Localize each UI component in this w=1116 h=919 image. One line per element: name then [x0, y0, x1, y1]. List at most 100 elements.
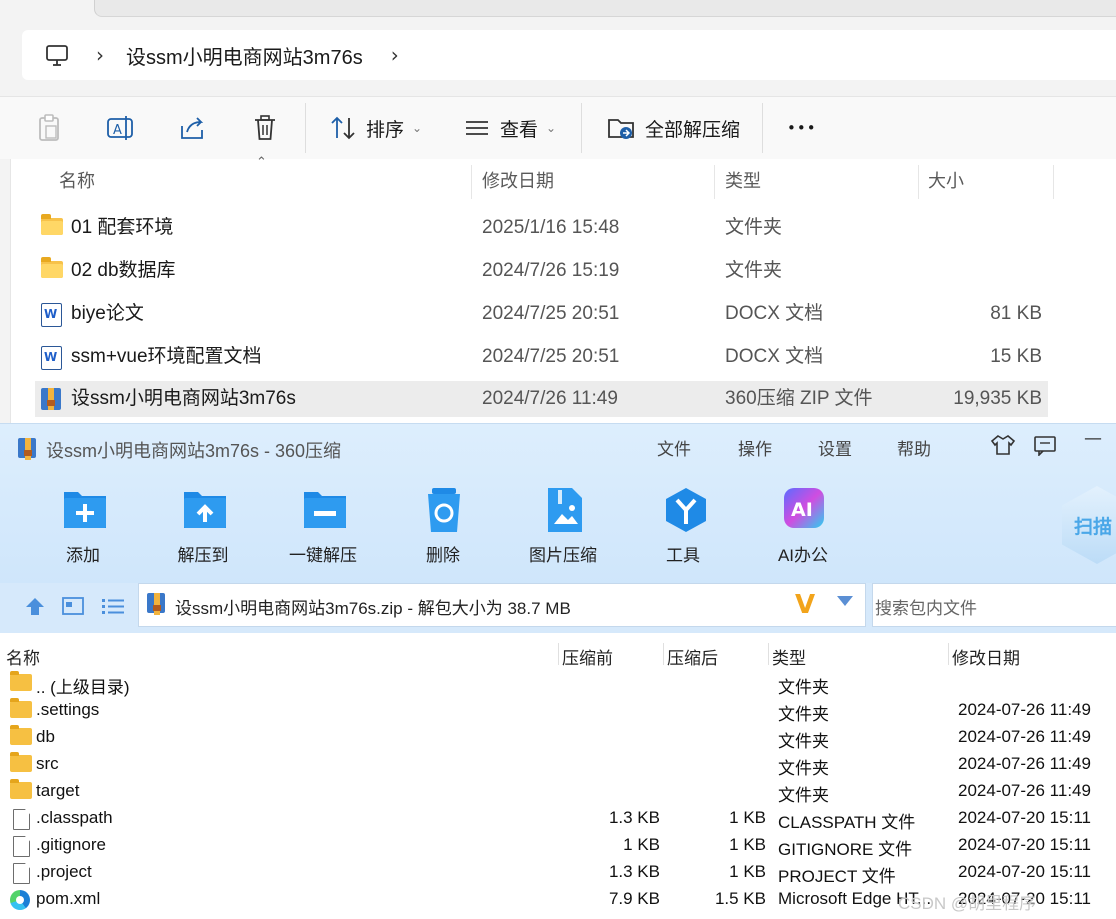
column-header-name[interactable]: 名称 — [59, 159, 95, 201]
file-row[interactable]: W biye论文 2024/7/25 20:51 DOCX 文档 81 KB — [35, 296, 1048, 332]
menu-operation[interactable]: 操作 — [738, 435, 772, 460]
toolbar-divider — [581, 103, 582, 153]
archive-entry-row[interactable]: .gitignore 1 KB 1 KB GITIGNORE 文件 2024-0… — [0, 832, 1116, 859]
file-modified: 2024/7/25 20:51 — [482, 346, 620, 367]
sort-button[interactable]: 排序 ⌄ — [330, 111, 422, 145]
search-placeholder: 搜索包内文件 — [875, 599, 977, 618]
share-button[interactable] — [178, 111, 206, 145]
column-header-modified[interactable]: 修改日期 — [482, 159, 554, 201]
file-name: 01 配套环境 — [71, 217, 174, 238]
column-header-name[interactable]: 名称 — [6, 644, 40, 669]
rename-button[interactable]: A — [106, 111, 136, 145]
file-icon — [10, 809, 30, 830]
folder-icon — [10, 671, 32, 691]
entry-size-after: 1.5 KB — [714, 889, 766, 908]
menu-help[interactable]: 帮助 — [897, 435, 931, 460]
minimize-icon[interactable]: — — [1084, 428, 1102, 449]
column-header-size[interactable]: 大小 — [928, 159, 964, 201]
breadcrumb-current-folder[interactable]: 设ssm小明电商网站3m76s — [126, 41, 363, 70]
explorer-tab-strip — [94, 0, 1116, 17]
navigation-pane-edge — [0, 159, 11, 423]
edge-icon — [10, 890, 30, 910]
file-type: 360压缩 ZIP 文件 — [725, 388, 873, 409]
paste-button[interactable] — [36, 111, 62, 145]
entry-modified: 2024-07-26 11:49 — [958, 700, 1091, 719]
column-header-modified[interactable]: 修改日期 — [952, 644, 1020, 669]
column-header-type[interactable]: 类型 — [772, 644, 806, 669]
extract-folder-icon — [608, 119, 634, 139]
file-row[interactable]: 01 配套环境 2025/1/16 15:48 文件夹 — [35, 210, 1048, 246]
archive-entry-row[interactable]: db 文件夹 2024-07-26 11:49 — [0, 724, 1116, 751]
archive-entry-row[interactable]: .settings 文件夹 2024-07-26 11:49 — [0, 697, 1116, 724]
view-list-icon — [466, 121, 488, 135]
archive-entry-row[interactable]: src 文件夹 2024-07-26 11:49 — [0, 751, 1116, 778]
column-divider[interactable] — [948, 643, 949, 665]
file-size: 19,935 KB — [953, 388, 1042, 409]
entry-size-before: 1.3 KB — [608, 808, 660, 827]
column-divider[interactable] — [1053, 165, 1054, 199]
sort-icon — [331, 116, 355, 140]
file-row[interactable]: 02 db数据库 2024/7/26 15:19 文件夹 — [35, 253, 1048, 289]
file-row[interactable]: W ssm+vue环境配置文档 2024/7/25 20:51 DOCX 文档 … — [35, 339, 1048, 375]
column-divider[interactable] — [918, 165, 919, 199]
add-label: 添加 — [66, 546, 100, 565]
column-divider[interactable] — [714, 165, 715, 199]
entry-name: src — [36, 754, 59, 773]
entry-size-after: 1 KB — [729, 835, 766, 854]
menu-settings[interactable]: 设置 — [818, 435, 852, 460]
list-view-icon[interactable] — [101, 596, 125, 621]
file-type: DOCX 文档 — [725, 346, 824, 367]
scan-label: 扫描 — [1074, 517, 1113, 538]
ai-office-icon: AI — [782, 486, 826, 530]
file-type: DOCX 文档 — [725, 303, 824, 324]
trash-icon — [255, 115, 275, 140]
breadcrumb-chevron-icon[interactable]: › — [96, 43, 104, 67]
column-header-before[interactable]: 压缩前 — [562, 644, 613, 669]
archive-path-field[interactable]: 设ssm小明电商网站3m76s.zip - 解包大小为 38.7 MB V — [138, 583, 866, 627]
column-divider[interactable] — [768, 643, 769, 665]
menu-file[interactable]: 文件 — [657, 435, 691, 460]
extract-to-label: 解压到 — [177, 546, 229, 565]
breadcrumb-expand-chevron-icon[interactable]: › — [391, 43, 399, 67]
archive-entry-row[interactable]: .project 1.3 KB 1 KB PROJECT 文件 2024-07-… — [0, 859, 1116, 886]
more-options-button[interactable]: ••• — [787, 111, 817, 145]
entry-name: .gitignore — [36, 835, 106, 854]
view-label: 查看 — [500, 119, 539, 141]
extract-all-button[interactable]: 全部解压缩 — [607, 111, 740, 145]
archive-entry-row[interactable]: .classpath 1.3 KB 1 KB CLASSPATH 文件 2024… — [0, 805, 1116, 832]
file-modified: 2025/1/16 15:48 — [482, 217, 620, 238]
this-pc-icon[interactable] — [44, 45, 70, 66]
skin-shirt-icon[interactable] — [990, 434, 1016, 461]
share-icon — [181, 117, 204, 139]
column-header-after[interactable]: 压缩后 — [667, 644, 718, 669]
column-divider[interactable] — [558, 643, 559, 665]
one-click-extract-icon — [302, 486, 346, 530]
file-row-selected[interactable]: 设ssm小明电商网站3m76s 2024/7/26 11:49 360压缩 ZI… — [35, 381, 1048, 417]
delete-button[interactable] — [252, 111, 278, 145]
file-modified: 2024/7/26 11:49 — [482, 388, 618, 409]
tools-label: 工具 — [666, 546, 700, 565]
column-divider[interactable] — [471, 165, 472, 199]
up-level-arrow-icon[interactable] — [24, 596, 46, 621]
folder-icon — [10, 752, 32, 772]
address-bar[interactable]: › 设ssm小明电商网站3m76s › — [22, 30, 1116, 80]
entry-name: db — [36, 727, 55, 746]
view-button[interactable]: 查看 ⌄ — [464, 111, 556, 145]
feedback-icon[interactable] — [1033, 434, 1057, 461]
entry-type: 文件夹 — [778, 705, 829, 724]
scan-button[interactable]: 扫描 — [1062, 486, 1116, 564]
folder-icon — [10, 698, 32, 718]
archive-entry-row[interactable]: .. (上级目录) 文件夹 — [0, 670, 1116, 697]
column-divider[interactable] — [663, 643, 664, 665]
path-dropdown-icon[interactable] — [837, 596, 853, 606]
entry-modified: 2024-07-20 15:11 — [958, 835, 1091, 854]
delete-icon — [422, 486, 466, 532]
svg-text:A: A — [113, 123, 122, 138]
column-header-type[interactable]: 类型 — [725, 159, 761, 201]
file-name: biye论文 — [71, 303, 144, 324]
extract-to-icon — [182, 486, 226, 530]
archive-entry-row[interactable]: target 文件夹 2024-07-26 11:49 — [0, 778, 1116, 805]
v-logo-icon[interactable]: V — [795, 590, 815, 620]
archive-search-input[interactable]: 搜索包内文件 — [872, 583, 1116, 627]
thumbnail-view-icon[interactable] — [62, 596, 84, 621]
